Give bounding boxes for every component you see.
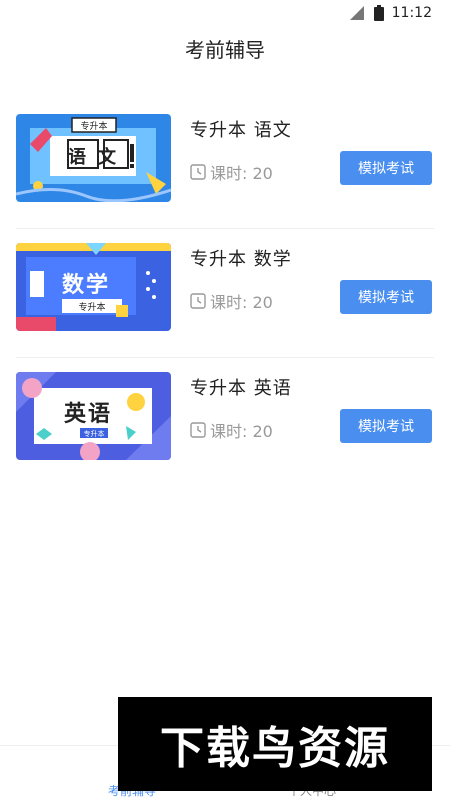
- page-title: 考前辅导: [185, 38, 265, 62]
- thumb-title: 数学: [62, 273, 111, 298]
- thumb-title: 英语: [64, 402, 113, 427]
- course-thumbnail-chinese: 专升本 语文: [16, 114, 171, 202]
- watermark-banner: 下载鸟资源: [118, 697, 432, 791]
- mock-exam-button[interactable]: 模拟考试: [340, 151, 432, 185]
- course-list: 专升本 语文 专升本 语文 课时: 20 模拟考试 数学 专升本 专升本 数学 …: [0, 100, 450, 486]
- status-time: 11:12: [391, 5, 432, 21]
- watermark-text: 下载鸟资源: [160, 723, 390, 774]
- thumb-badge: 专升本: [78, 303, 106, 313]
- course-thumbnail-math: 数学 专升本: [16, 243, 171, 331]
- course-item-english[interactable]: 英语 专升本 专升本 英语 课时: 20 模拟考试: [16, 358, 434, 486]
- course-thumbnail-english: 英语 专升本: [16, 372, 171, 460]
- clock-icon: [190, 164, 206, 180]
- hours-text: 课时: 20: [210, 164, 273, 183]
- course-item-chinese[interactable]: 专升本 语文 专升本 语文 课时: 20 模拟考试: [16, 100, 434, 229]
- status-bar: 11:12: [0, 0, 450, 26]
- mock-exam-button[interactable]: 模拟考试: [340, 280, 432, 314]
- course-name: 专升本 英语: [190, 378, 292, 399]
- mock-exam-button[interactable]: 模拟考试: [340, 409, 432, 443]
- signal-icon: [349, 6, 364, 20]
- course-hours: 课时: 20: [190, 289, 273, 313]
- thumb-badge: 专升本: [83, 430, 105, 438]
- course-item-math[interactable]: 数学 专升本 专升本 数学 课时: 20 模拟考试: [16, 229, 434, 358]
- thumb-badge: 专升本: [80, 122, 108, 132]
- hours-text: 课时: 20: [210, 293, 273, 312]
- battery-icon: [373, 5, 384, 21]
- hours-text: 课时: 20: [210, 422, 273, 441]
- course-name: 专升本 语文: [190, 120, 292, 141]
- clock-icon: [190, 422, 206, 438]
- course-name: 专升本 数学: [190, 249, 292, 270]
- course-hours: 课时: 20: [190, 418, 273, 442]
- clock-icon: [190, 293, 206, 309]
- thumb-title: 语文: [68, 147, 128, 168]
- course-hours: 课时: 20: [190, 160, 273, 184]
